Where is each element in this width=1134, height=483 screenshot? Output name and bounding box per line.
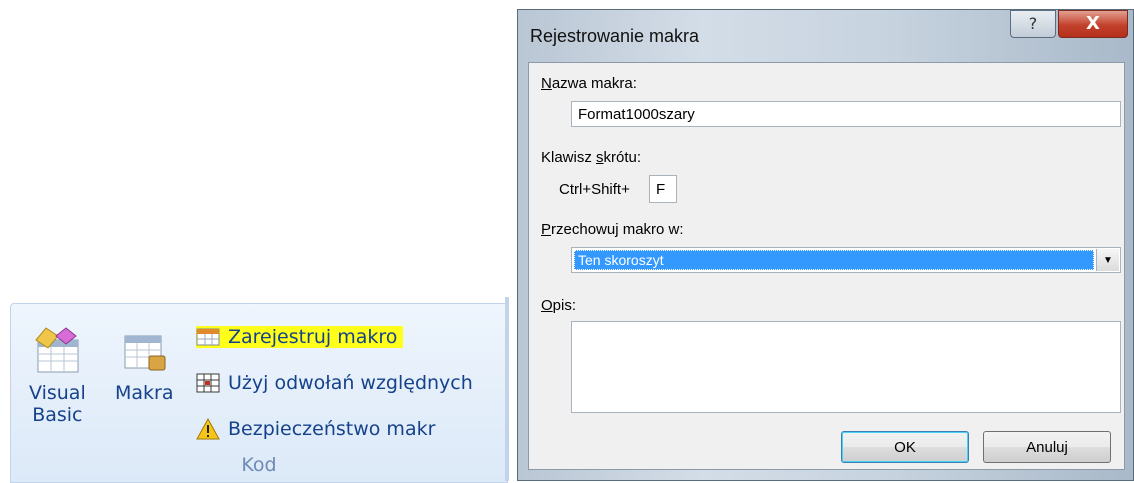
store-macro-in-select[interactable]: Ten skoroszyt ▼	[571, 247, 1121, 273]
macros-label: Makra	[115, 382, 174, 404]
visual-basic-label-line1: Visual	[29, 382, 86, 404]
record-macro-highlight: Zarejestruj makro	[196, 326, 404, 348]
macro-name-label: Nazwa makra:	[541, 75, 637, 92]
record-macro-label: Zarejestruj makro	[228, 326, 398, 348]
store-macro-in-label: Przechowuj makro w:	[541, 221, 684, 238]
relative-references-icon	[196, 373, 220, 393]
macros-button[interactable]: Makra	[115, 326, 174, 404]
chevron-down-icon[interactable]: ▼	[1096, 249, 1119, 271]
macro-security-label: Bezpieczeństwo makr	[228, 418, 436, 440]
description-textarea[interactable]	[571, 321, 1121, 413]
ribbon-code-group-area: Visual Basic Makra Zarejestruj makro Uży…	[0, 297, 514, 483]
close-icon: X	[1086, 13, 1100, 34]
dialog-body: Nazwa makra: Format1000szary Klawisz skr…	[528, 62, 1125, 470]
shortcut-key-label: Klawisz skrótu:	[541, 149, 642, 166]
record-macro-icon	[196, 328, 220, 346]
store-macro-in-selected: Ten skoroszyt	[574, 250, 1094, 270]
shortcut-key-input[interactable]: F	[649, 175, 677, 203]
macro-name-input[interactable]: Format1000szary	[571, 101, 1121, 127]
record-macro-dialog: Rejestrowanie makra ? X Nazwa makra: For…	[517, 9, 1134, 481]
ok-button[interactable]: OK	[841, 431, 969, 463]
help-button[interactable]: ?	[1010, 10, 1056, 38]
visual-basic-icon	[35, 327, 79, 373]
ribbon-group-code: Visual Basic Makra Zarejestruj makro Uży…	[10, 303, 508, 483]
cancel-button[interactable]: Anuluj	[983, 431, 1111, 463]
warning-icon	[196, 418, 220, 440]
description-label: Opis:	[541, 297, 577, 314]
ribbon-group-label: Kod	[241, 454, 277, 476]
close-button[interactable]: X	[1058, 10, 1128, 38]
shortcut-prefix-label: Ctrl+Shift+	[559, 181, 630, 198]
help-icon: ?	[1028, 14, 1038, 33]
dialog-title: Rejestrowanie makra	[530, 26, 700, 46]
visual-basic-label-line2: Basic	[32, 404, 83, 426]
use-relative-references-label: Użyj odwołań względnych	[228, 372, 473, 394]
visual-basic-button[interactable]: Visual Basic	[29, 326, 86, 426]
macros-icon	[124, 335, 166, 371]
macro-security-button[interactable]: Bezpieczeństwo makr	[196, 412, 435, 446]
record-macro-button[interactable]: Zarejestruj makro	[196, 320, 404, 354]
ribbon-divider	[505, 297, 509, 481]
use-relative-references-button[interactable]: Użyj odwołań względnych	[196, 366, 473, 400]
